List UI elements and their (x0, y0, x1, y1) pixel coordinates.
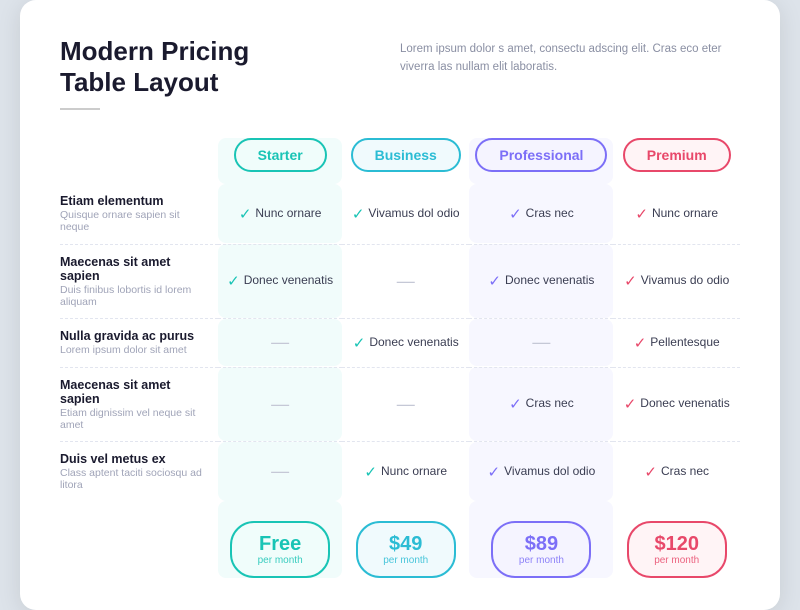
check-icon: ✓ (239, 206, 252, 223)
feature-value-cell: ✓Cras nec (613, 442, 740, 502)
check-icon: ✓ (364, 464, 377, 481)
check-icon: ✓ (624, 273, 637, 290)
feature-value-cell: ✓Donec venenatis (342, 319, 469, 367)
check-icon: ✓ (353, 335, 366, 352)
feature-label-cell: Nulla gravida ac purus Lorem ipsum dolor… (60, 319, 218, 367)
price-premium[interactable]: $120 per month (613, 501, 740, 578)
plan-badge-premium: Premium (623, 138, 731, 172)
feature-value-cell: — (218, 367, 342, 441)
feature-sub: Quisque ornare sapien sit neque (60, 209, 206, 243)
check-icon: ✓ (644, 464, 657, 481)
check-icon: ✓ (488, 464, 501, 481)
feature-sub: Class aptent taciti sociosqu ad litora (60, 467, 206, 501)
feature-name: Duis vel metus ex (60, 442, 206, 467)
feature-value-cell: — (218, 442, 342, 502)
dash-icon: — (271, 394, 289, 414)
dash-icon: — (397, 394, 415, 414)
page-title: Modern Pricing Table Layout (60, 36, 249, 98)
dash-icon: — (271, 332, 289, 352)
feature-name: Maecenas sit amet sapien (60, 245, 206, 284)
page-description: Lorem ipsum dolor s amet, consectu adsci… (400, 36, 740, 77)
feature-value-cell: — (218, 319, 342, 367)
feature-value-cell: ✓Vivamus dol odio (342, 184, 469, 243)
feature-label-cell: Maecenas sit amet sapien Etiam dignissim… (60, 367, 218, 441)
feature-sub: Etiam dignissim vel neque sit amet (60, 407, 206, 441)
check-icon: ✓ (488, 273, 501, 290)
feature-name: Etiam elementum (60, 184, 206, 209)
feature-label-cell: Etiam elementum Quisque ornare sapien si… (60, 184, 218, 243)
plan-badge-professional: Professional (475, 138, 607, 172)
check-icon: ✓ (227, 273, 240, 290)
price-business[interactable]: $49 per month (342, 501, 469, 578)
title-divider (60, 108, 100, 110)
feature-name: Nulla gravida ac purus (60, 319, 206, 344)
feature-value-cell: ✓Vivamus do odio (613, 244, 740, 318)
check-icon: ✓ (509, 396, 522, 413)
plan-badge-business: Business (351, 138, 461, 172)
feature-value-cell: ✓Nunc ornare (218, 184, 342, 243)
check-icon: ✓ (634, 335, 647, 352)
feature-label-cell: Maecenas sit amet sapien Duis finibus lo… (60, 244, 218, 318)
title-block: Modern Pricing Table Layout (60, 36, 249, 110)
feature-sub: Lorem ipsum dolor sit amet (60, 344, 206, 366)
top-section: Modern Pricing Table Layout Lorem ipsum … (60, 36, 740, 110)
feature-value-cell: — (342, 367, 469, 441)
feature-sub: Duis finibus lobortis id lorem aliquam (60, 284, 206, 318)
plan-header-premium: Premium (613, 138, 740, 184)
table-row: Nulla gravida ac purus Lorem ipsum dolor… (60, 319, 740, 367)
feature-value-cell: ✓Donec venenatis (218, 244, 342, 318)
plan-header-starter: Starter (218, 138, 342, 184)
table-row: Duis vel metus ex Class aptent taciti so… (60, 442, 740, 502)
feature-value-cell: ✓Pellentesque (613, 319, 740, 367)
check-icon: ✓ (352, 206, 365, 223)
price-starter[interactable]: Free per month (218, 501, 342, 578)
feature-value-cell: — (342, 244, 469, 318)
dash-icon: — (397, 271, 415, 291)
plan-header-professional: Professional (469, 138, 613, 184)
feature-value-cell: ✓Donec venenatis (613, 367, 740, 441)
plan-header-business: Business (342, 138, 469, 184)
check-icon: ✓ (635, 206, 648, 223)
feature-name: Maecenas sit amet sapien (60, 368, 206, 407)
check-icon: ✓ (624, 396, 637, 413)
feature-value-cell: ✓Donec venenatis (469, 244, 613, 318)
check-icon: ✓ (509, 206, 522, 223)
feature-value-cell: ✓Vivamus dol odio (469, 442, 613, 502)
feature-label-cell: Duis vel metus ex Class aptent taciti so… (60, 442, 218, 502)
feature-value-cell: — (469, 319, 613, 367)
feature-value-cell: ✓Nunc ornare (342, 442, 469, 502)
table-row: Maecenas sit amet sapien Duis finibus lo… (60, 244, 740, 318)
pricing-table: Starter Business Professional Premium Et… (60, 138, 740, 578)
dash-icon: — (532, 332, 550, 352)
price-professional[interactable]: $89 per month (469, 501, 613, 578)
feature-value-cell: ✓Cras nec (469, 367, 613, 441)
feature-value-cell: ✓Cras nec (469, 184, 613, 243)
table-row: Etiam elementum Quisque ornare sapien si… (60, 184, 740, 243)
table-row: Maecenas sit amet sapien Etiam dignissim… (60, 367, 740, 441)
dash-icon: — (271, 461, 289, 481)
feature-value-cell: ✓Nunc ornare (613, 184, 740, 243)
plan-badge-starter: Starter (234, 138, 327, 172)
pricing-card: Modern Pricing Table Layout Lorem ipsum … (20, 0, 780, 610)
